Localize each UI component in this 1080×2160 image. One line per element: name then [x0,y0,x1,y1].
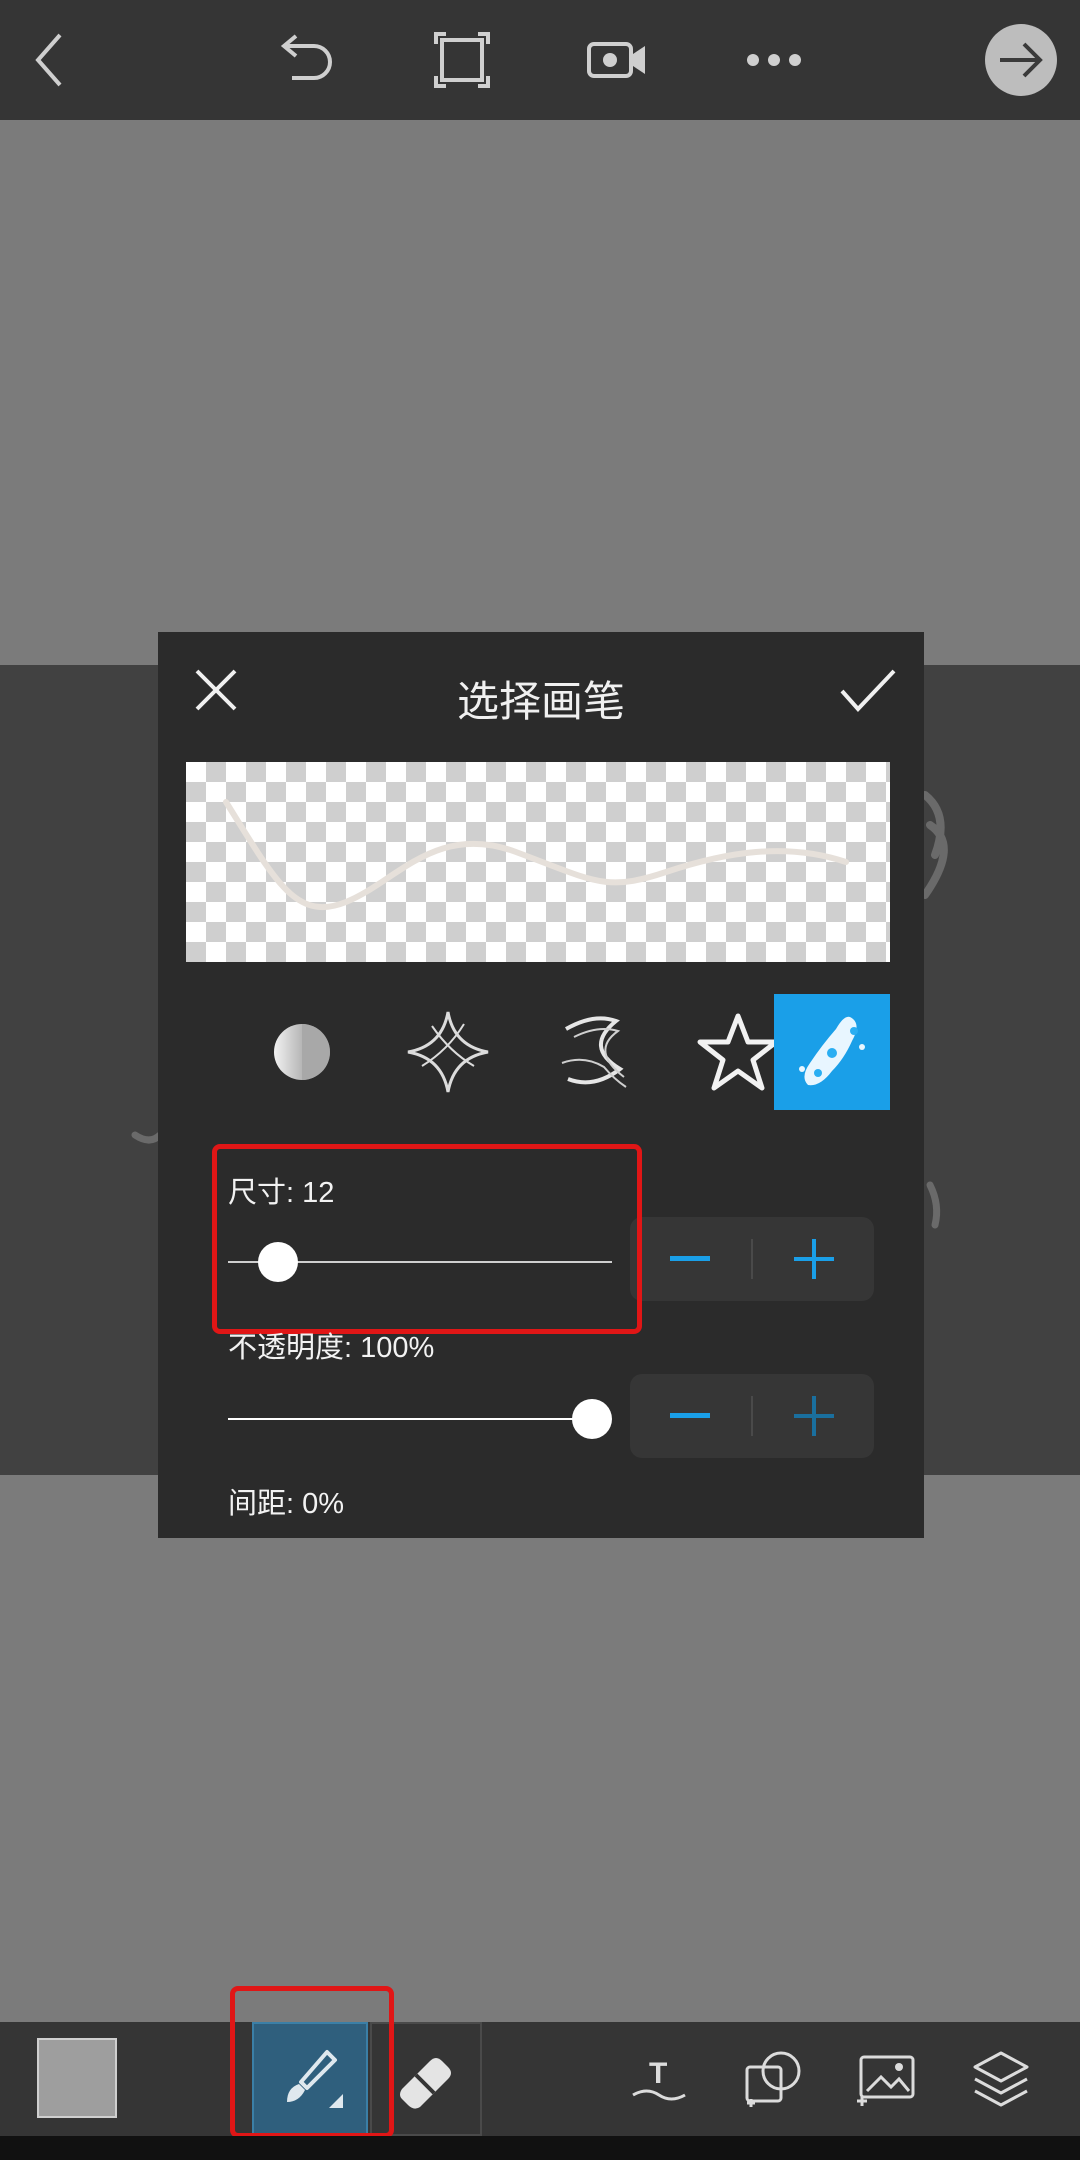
wave-lines-brush-icon[interactable] [536,994,652,1110]
brush-preview [186,762,890,962]
spacing-label: 间距: 0% [228,1488,345,1520]
layers-tool-icon[interactable] [964,2042,1038,2116]
size-highlight-box [212,1144,642,1334]
back-icon[interactable] [20,28,80,92]
size-decrease-button[interactable] [630,1217,750,1301]
top-toolbar [0,0,1080,120]
dialog-title: 选择画笔 [456,678,625,725]
opacity-slider-track[interactable] [228,1418,594,1420]
text-tool-icon[interactable]: T [622,2042,696,2116]
opacity-stepper [630,1374,874,1458]
star-cross-brush-icon[interactable] [390,994,506,1110]
brush-type-list [186,994,890,1110]
system-nav-strip [0,2136,1080,2160]
opacity-decrease-button[interactable] [630,1374,750,1458]
eraser-icon [400,2058,451,2109]
opacity-label: 不透明度: 100% [228,1332,435,1364]
color-swatch[interactable] [37,2038,117,2118]
brush-dialog: 选择画笔 尺寸: 12 不透明度: 100% 间距: 0% [158,632,924,1538]
opacity-slider-knob[interactable] [572,1399,612,1439]
size-increase-button[interactable] [754,1217,874,1301]
splatter-brush-icon[interactable] [774,994,890,1110]
bottom-toolbar: T [0,1986,1080,2138]
shape-tool-icon[interactable] [736,2042,810,2116]
sphere-brush-icon[interactable] [244,994,360,1110]
opacity-increase-button[interactable] [754,1374,874,1458]
svg-text:T: T [649,2057,667,2090]
crop-icon[interactable] [430,28,494,92]
partial-brush-icon[interactable] [186,994,216,1110]
more-icon[interactable] [744,40,804,80]
video-icon[interactable] [585,32,651,88]
next-arrow-icon[interactable] [985,24,1057,96]
image-tool-icon[interactable] [850,2042,924,2116]
size-stepper [630,1217,874,1301]
undo-icon[interactable] [268,30,340,90]
confirm-check-icon[interactable] [836,662,900,718]
brush-tool-highlight-box [230,1986,394,2138]
